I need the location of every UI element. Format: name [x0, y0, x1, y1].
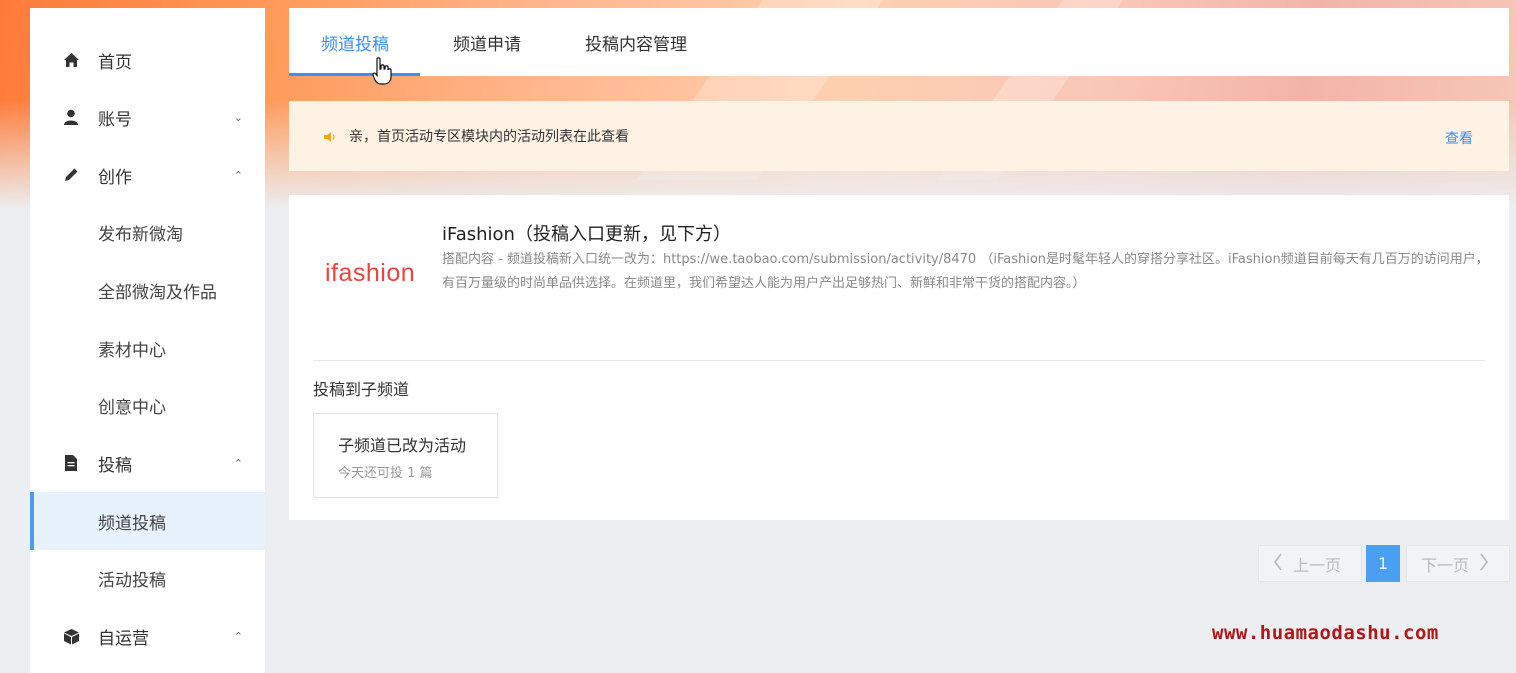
tab-bar: 频道投稿 频道申请 投稿内容管理 [289, 8, 1509, 76]
ifashion-logo: ifashion [325, 259, 416, 287]
chevron-right-icon [1479, 552, 1489, 575]
hand-cursor-icon [372, 57, 392, 89]
sidebar-item-channel-submission[interactable]: 频道投稿 [30, 492, 265, 550]
sidebar-item-label: 账号 [98, 109, 132, 130]
sidebar-item-creative-center[interactable]: 创意中心 [30, 376, 265, 434]
chevron-up-icon: ⌃ [233, 168, 243, 182]
speaker-icon [323, 128, 337, 147]
sidebar-item-home[interactable]: 首页 [30, 31, 265, 89]
sidebar-item-label: 创作 [98, 167, 132, 188]
sidebar-item-label: 自运营 [98, 628, 149, 649]
sidebar-item-label: 频道投稿 [98, 513, 166, 534]
sidebar-item-all-works[interactable]: 全部微淘及作品 [30, 261, 265, 319]
sidebar-item-account[interactable]: 账号 ⌄ [30, 88, 265, 146]
page-number-button[interactable]: 1 [1366, 545, 1400, 582]
subchannel-card[interactable]: 子频道已改为活动 今天还可投 1 篇 [313, 413, 498, 498]
notice-text: 亲，首页活动专区模块内的活动列表在此查看 [349, 129, 629, 145]
active-tab-indicator [289, 73, 420, 76]
watermark: www.huamaodashu.com [1212, 622, 1439, 644]
document-icon [62, 454, 80, 472]
divider [313, 360, 1485, 361]
channel-description: 搭配内容 - 频道投稿新入口统一改为：https://we.taobao.com… [442, 252, 1489, 291]
chevron-down-icon: ⌄ [233, 110, 243, 124]
sidebar-item-submission[interactable]: 投稿 ⌃ [30, 434, 265, 492]
sidebar-item-self-operation[interactable]: 自运营 ⌃ [30, 607, 265, 665]
home-icon [62, 51, 80, 69]
sidebar-item-label: 首页 [98, 52, 132, 73]
view-link[interactable]: 查看 [1445, 128, 1473, 148]
prev-page-button[interactable]: 上一页 [1258, 545, 1362, 582]
sidebar-item-publish-weitao[interactable]: 发布新微淘 [30, 203, 265, 261]
user-icon [62, 108, 80, 126]
sidebar-item-create[interactable]: 创作 ⌃ [30, 146, 265, 204]
channel-card: ifashion iFashion（投稿入口更新，见下方） 搭配内容 - 频道投… [289, 195, 1509, 520]
sidebar: 首页 账号 ⌄ 创作 ⌃ 发布新微淘 全部微淘及作品 素材中心 创意中心 投稿 … [30, 8, 265, 673]
chevron-left-icon [1273, 552, 1283, 575]
prev-page-label: 上一页 [1293, 555, 1342, 575]
tab-channel-application[interactable]: 频道申请 [453, 8, 521, 76]
sidebar-item-label: 活动投稿 [98, 570, 166, 591]
next-page-label: 下一页 [1421, 555, 1470, 575]
next-page-button[interactable]: 下一页 [1406, 545, 1510, 582]
sidebar-item-label: 投稿 [98, 455, 132, 476]
subchannel-quota: 今天还可投 1 篇 [338, 466, 433, 481]
sidebar-item-activity-submission[interactable]: 活动投稿 [30, 549, 265, 607]
subchannel-name: 子频道已改为活动 [338, 436, 467, 455]
notice-banner: 亲，首页活动专区模块内的活动列表在此查看 查看 [289, 101, 1509, 171]
chevron-up-icon: ⌃ [233, 629, 243, 643]
sidebar-item-material-center[interactable]: 素材中心 [30, 319, 265, 377]
tab-submission-management[interactable]: 投稿内容管理 [585, 8, 687, 76]
chevron-up-icon: ⌃ [233, 456, 243, 470]
channel-title: iFashion（投稿入口更新，见下方） [442, 224, 731, 245]
sidebar-item-label: 全部微淘及作品 [98, 282, 217, 303]
pencil-icon [62, 166, 80, 184]
sidebar-item-label: 发布新微淘 [98, 224, 183, 245]
subchannel-section-title: 投稿到子频道 [313, 380, 410, 399]
box-icon [62, 627, 80, 645]
sidebar-item-label: 素材中心 [98, 340, 166, 361]
sidebar-item-label: 创意中心 [98, 397, 166, 418]
